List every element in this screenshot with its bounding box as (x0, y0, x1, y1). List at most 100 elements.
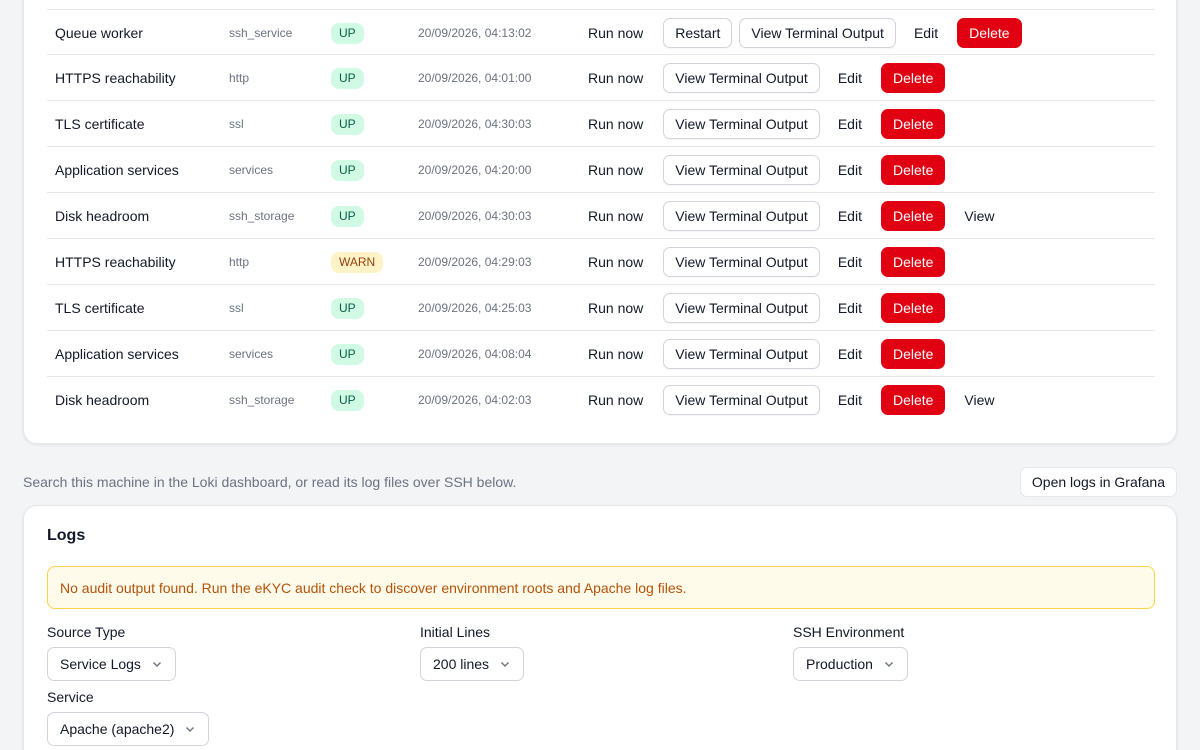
status-badge: UP (331, 343, 364, 365)
ssh-environment-select[interactable]: Production (793, 647, 908, 681)
delete-button[interactable]: Delete (880, 385, 946, 415)
run-now-button[interactable]: Run now (577, 18, 654, 48)
check-type: services (229, 163, 274, 177)
check-row: Queue worker ssh_service UP 20/09/2026, 04:… (47, 9, 1155, 55)
check-timestamp: 20/09/2026, 04:30:03 (418, 117, 532, 131)
status-cell: UP (331, 147, 364, 193)
delete-button[interactable]: Delete (880, 247, 946, 277)
logs-helper-text: Search this machine in the Loki dashboar… (23, 474, 517, 490)
check-timestamp: 20/09/2026, 04:30:03 (418, 209, 532, 223)
view-terminal-output-button[interactable]: View Terminal Output (663, 155, 820, 185)
delete-button[interactable]: Delete (880, 293, 946, 323)
chevron-down-icon (152, 662, 161, 667)
check-timestamp: 20/09/2026, 04:01:00 (418, 71, 532, 85)
delete-button[interactable]: Delete (957, 18, 1022, 48)
row-actions: Run now View Terminal Output Edit Delete (577, 285, 946, 331)
ssh-environment-value: Production (806, 656, 873, 672)
run-now-button[interactable]: Run now (577, 247, 654, 277)
status-badge: UP (331, 297, 364, 319)
check-type: ssl (229, 117, 244, 131)
service-select[interactable]: Apache (apache2) (47, 712, 210, 746)
delete-button[interactable]: Delete (880, 155, 946, 185)
status-badge: WARN (331, 251, 384, 273)
check-type: http (229, 71, 250, 85)
edit-button[interactable]: Edit (827, 247, 873, 277)
ssh-environment-field: SSH Environment Production (793, 624, 908, 681)
audit-warning-alert: No audit output found. Run the eKYC audi… (47, 566, 1155, 609)
status-badge: UP (331, 205, 364, 227)
view-terminal-output-button[interactable]: View Terminal Output (663, 109, 820, 139)
run-now-button[interactable]: Run now (577, 109, 654, 139)
row-actions: Run now View Terminal Output Edit Delete Vie… (577, 377, 1006, 423)
edit-button[interactable]: Edit (827, 109, 873, 139)
status-badge: UP (331, 113, 364, 135)
check-name: Disk headroom (55, 208, 150, 224)
edit-button[interactable]: Edit (827, 155, 873, 185)
check-timestamp: 20/09/2026, 04:08:04 (418, 347, 532, 361)
check-row: HTTPS reachability http UP 20/09/2026, 04:0… (47, 55, 1155, 101)
view-terminal-output-button[interactable]: View Terminal Output (663, 63, 820, 93)
chevron-down-icon (501, 662, 510, 667)
ssh-environment-label: SSH Environment (793, 624, 905, 640)
check-type: ssh_storage (229, 393, 295, 407)
restart-button[interactable]: Restart (663, 18, 733, 48)
edit-button[interactable]: Edit (827, 293, 873, 323)
status-cell: UP (331, 193, 364, 239)
edit-button[interactable]: Edit (827, 201, 873, 231)
delete-button[interactable]: Delete (880, 201, 946, 231)
view-terminal-output-button[interactable]: View Terminal Output (663, 385, 820, 415)
view-terminal-output-button[interactable]: View Terminal Output (663, 293, 820, 323)
service-field: Service Apache (apache2) (47, 689, 210, 746)
check-row: Disk headroom ssh_storage UP 20/09/2026, 04… (47, 193, 1155, 239)
logs-card: Logs No audit output found. Run the eKYC… (23, 505, 1177, 750)
delete-button[interactable]: Delete (880, 109, 946, 139)
status-cell: UP (331, 331, 364, 377)
view-terminal-output-button[interactable]: View Terminal Output (663, 201, 820, 231)
delete-button[interactable]: Delete (880, 63, 946, 93)
status-cell: UP (331, 10, 364, 56)
status-badge: UP (331, 389, 364, 411)
row-actions: Run now View Terminal Output Edit Delete (577, 101, 946, 147)
check-type: ssh_storage (229, 209, 295, 223)
check-row: TLS certificate ssl UP 20/09/2026, 04:25:03… (47, 285, 1155, 331)
row-actions: Run now View Terminal Output Edit Delete Vie… (577, 193, 1006, 239)
view-button[interactable]: View (953, 201, 1005, 231)
view-button[interactable]: View (953, 385, 1005, 415)
status-cell: UP (331, 55, 364, 101)
view-terminal-output-button[interactable]: View Terminal Output (739, 18, 896, 48)
initial-lines-label: Initial Lines (420, 624, 491, 640)
logs-title: Logs (47, 527, 86, 544)
status-cell: UP (331, 377, 364, 423)
edit-button[interactable]: Edit (827, 339, 873, 369)
row-actions: Run now Restart View Terminal Output Edit De… (577, 10, 1022, 56)
run-now-button[interactable]: Run now (577, 63, 654, 93)
status-badge: UP (331, 22, 364, 44)
open-grafana-button[interactable]: Open logs in Grafana (1019, 467, 1177, 497)
edit-button[interactable]: Edit (827, 385, 873, 415)
run-now-button[interactable]: Run now (577, 155, 654, 185)
source-type-select[interactable]: Service Logs (47, 647, 176, 681)
service-value: Apache (apache2) (60, 721, 175, 737)
edit-button[interactable]: Edit (903, 18, 949, 48)
run-now-button[interactable]: Run now (577, 339, 654, 369)
status-cell: UP (331, 285, 364, 331)
run-now-button[interactable]: Run now (577, 385, 654, 415)
status-cell: WARN (331, 239, 384, 285)
initial-lines-field: Initial Lines 200 lines (420, 624, 525, 681)
check-type: ssl (229, 301, 244, 315)
check-name: Queue worker (55, 25, 143, 41)
view-terminal-output-button[interactable]: View Terminal Output (663, 339, 820, 369)
check-timestamp: 20/09/2026, 04:25:03 (418, 301, 532, 315)
view-terminal-output-button[interactable]: View Terminal Output (663, 247, 820, 277)
check-timestamp: 20/09/2026, 04:02:03 (418, 393, 532, 407)
status-badge: UP (331, 159, 364, 181)
check-timestamp: 20/09/2026, 04:29:03 (418, 255, 532, 269)
run-now-button[interactable]: Run now (577, 293, 654, 323)
row-actions: Run now View Terminal Output Edit Delete (577, 239, 946, 285)
initial-lines-select[interactable]: 200 lines (420, 647, 525, 681)
run-now-button[interactable]: Run now (577, 201, 654, 231)
delete-button[interactable]: Delete (880, 339, 946, 369)
row-actions: Run now View Terminal Output Edit Delete (577, 55, 946, 101)
edit-button[interactable]: Edit (827, 63, 873, 93)
check-name: HTTPS reachability (55, 254, 176, 270)
